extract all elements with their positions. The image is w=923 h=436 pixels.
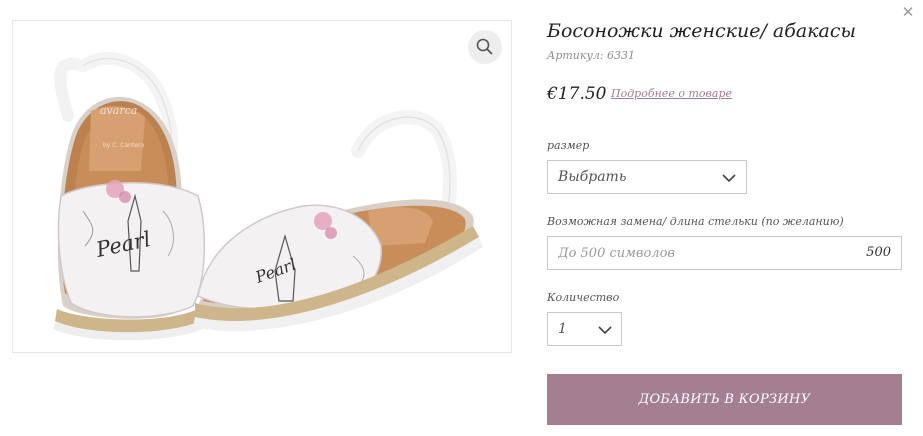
add-to-cart-button[interactable]: ДОБАВИТЬ В КОРЗИНУ — [547, 374, 902, 425]
sandals-illustration: avarca by C. Cantero Pearl Pearl — [53, 52, 483, 341]
insole-input[interactable] — [548, 237, 848, 269]
brand-sub-mark: by C. Cantero — [103, 142, 144, 149]
char-counter: 500 — [866, 245, 891, 260]
chevron-down-icon — [598, 326, 612, 335]
product-image[interactable]: avarca by C. Cantero Pearl Pearl — [12, 20, 512, 353]
size-label: размер — [547, 139, 590, 152]
right-sandal: Pearl — [193, 110, 483, 332]
chevron-down-icon — [722, 174, 736, 183]
size-select[interactable]: Выбрать — [547, 160, 747, 194]
insole-label: Возможная замена/ длина стельки (по жела… — [547, 215, 844, 228]
product-title: Босоножки женские/ абакасы — [547, 20, 856, 42]
quantity-label: Количество — [547, 291, 620, 304]
quantity-select[interactable]: 1 — [547, 312, 622, 346]
insole-field[interactable]: 500 — [547, 236, 902, 270]
product-details-link[interactable]: Подробнее о товаре — [611, 87, 732, 100]
quantity-select-value: 1 — [558, 321, 567, 337]
search-icon — [476, 38, 493, 55]
product-sku: Артикул: 6331 — [547, 49, 636, 62]
zoom-button[interactable] — [468, 30, 502, 64]
close-icon[interactable]: ✕ — [900, 4, 916, 20]
brand-mark: avarca — [100, 104, 137, 117]
left-sandal: avarca by C. Cantero Pearl — [53, 52, 206, 341]
product-price: €17.50 — [547, 84, 607, 104]
size-select-value: Выбрать — [558, 169, 627, 185]
